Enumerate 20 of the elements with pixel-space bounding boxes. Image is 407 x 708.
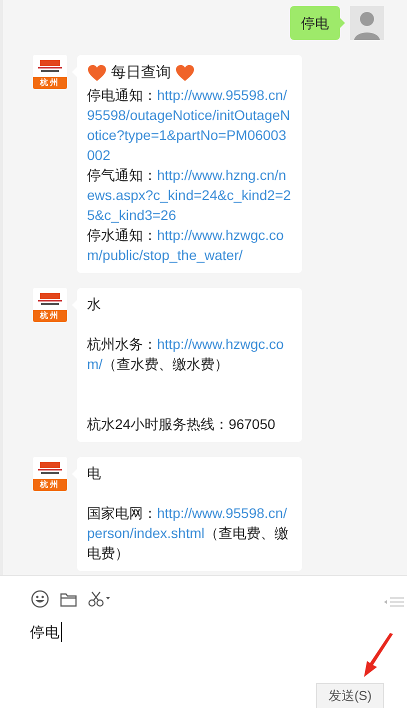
heart-icon: [175, 64, 195, 82]
message-text: 电: [87, 464, 102, 483]
message-title: 每日查询: [111, 63, 171, 83]
avatar-icon: [350, 6, 384, 40]
folder-icon[interactable]: [60, 592, 77, 606]
message-text: 水: [87, 295, 102, 314]
emoji-icon[interactable]: [31, 590, 49, 608]
message-text: 国家电网：http://www.95598.cn/person/index.shtml（查电费、缴电费）: [87, 504, 290, 563]
annotation-arrow: [362, 633, 396, 679]
message-text: 杭州水务：http://www.hzwgc.com/（查水费、缴水费）: [87, 335, 285, 374]
avatar-label: 杭州: [33, 479, 67, 491]
avatar-label: 杭州: [33, 310, 67, 322]
heart-icon: [87, 64, 107, 82]
avatar-label: 杭州: [33, 77, 67, 89]
message-text: 杭水24小时服务热线：967050: [87, 415, 276, 434]
scissors-icon[interactable]: [88, 591, 112, 607]
send-button[interactable]: 发送(S): [316, 683, 384, 708]
bubble-tail: [340, 18, 345, 28]
message-input[interactable]: 停电: [0, 610, 407, 644]
message-text: 停水通知：http://www.hzwgc.com/public/stop_the_water/: [87, 226, 285, 265]
